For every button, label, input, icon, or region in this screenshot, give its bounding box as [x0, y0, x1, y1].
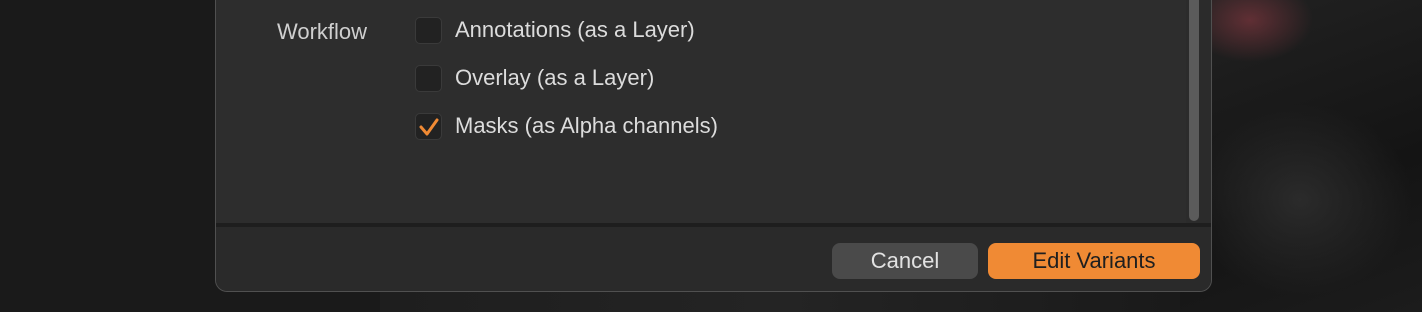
- cancel-button[interactable]: Cancel: [832, 243, 978, 279]
- option-masks[interactable]: Masks (as Alpha channels): [415, 112, 718, 140]
- edit-variants-dialog: Workflow Annotations (as a Layer) Overla…: [215, 0, 1212, 292]
- overlay-label: Overlay (as a Layer): [455, 65, 655, 90]
- edit-variants-button[interactable]: Edit Variants: [988, 243, 1200, 279]
- option-overlay[interactable]: Overlay (as a Layer): [415, 64, 654, 92]
- dialog-footer: Cancel Edit Variants: [216, 227, 1211, 291]
- background-photo: [1180, 0, 1422, 312]
- checkmark-icon: [419, 118, 439, 135]
- masks-label: Masks (as Alpha channels): [455, 113, 718, 138]
- annotations-label: Annotations (as a Layer): [455, 17, 695, 42]
- masks-checkbox[interactable]: [415, 112, 442, 140]
- workflow-section-label: Workflow: [277, 19, 368, 44]
- annotations-checkbox[interactable]: [415, 16, 442, 44]
- option-annotations[interactable]: Annotations (as a Layer): [415, 16, 695, 44]
- scrollbar-thumb[interactable]: [1189, 0, 1199, 221]
- overlay-checkbox[interactable]: [415, 64, 442, 92]
- options-panel: Workflow Annotations (as a Layer) Overla…: [216, 0, 1186, 223]
- background-image-strip: [380, 292, 1180, 312]
